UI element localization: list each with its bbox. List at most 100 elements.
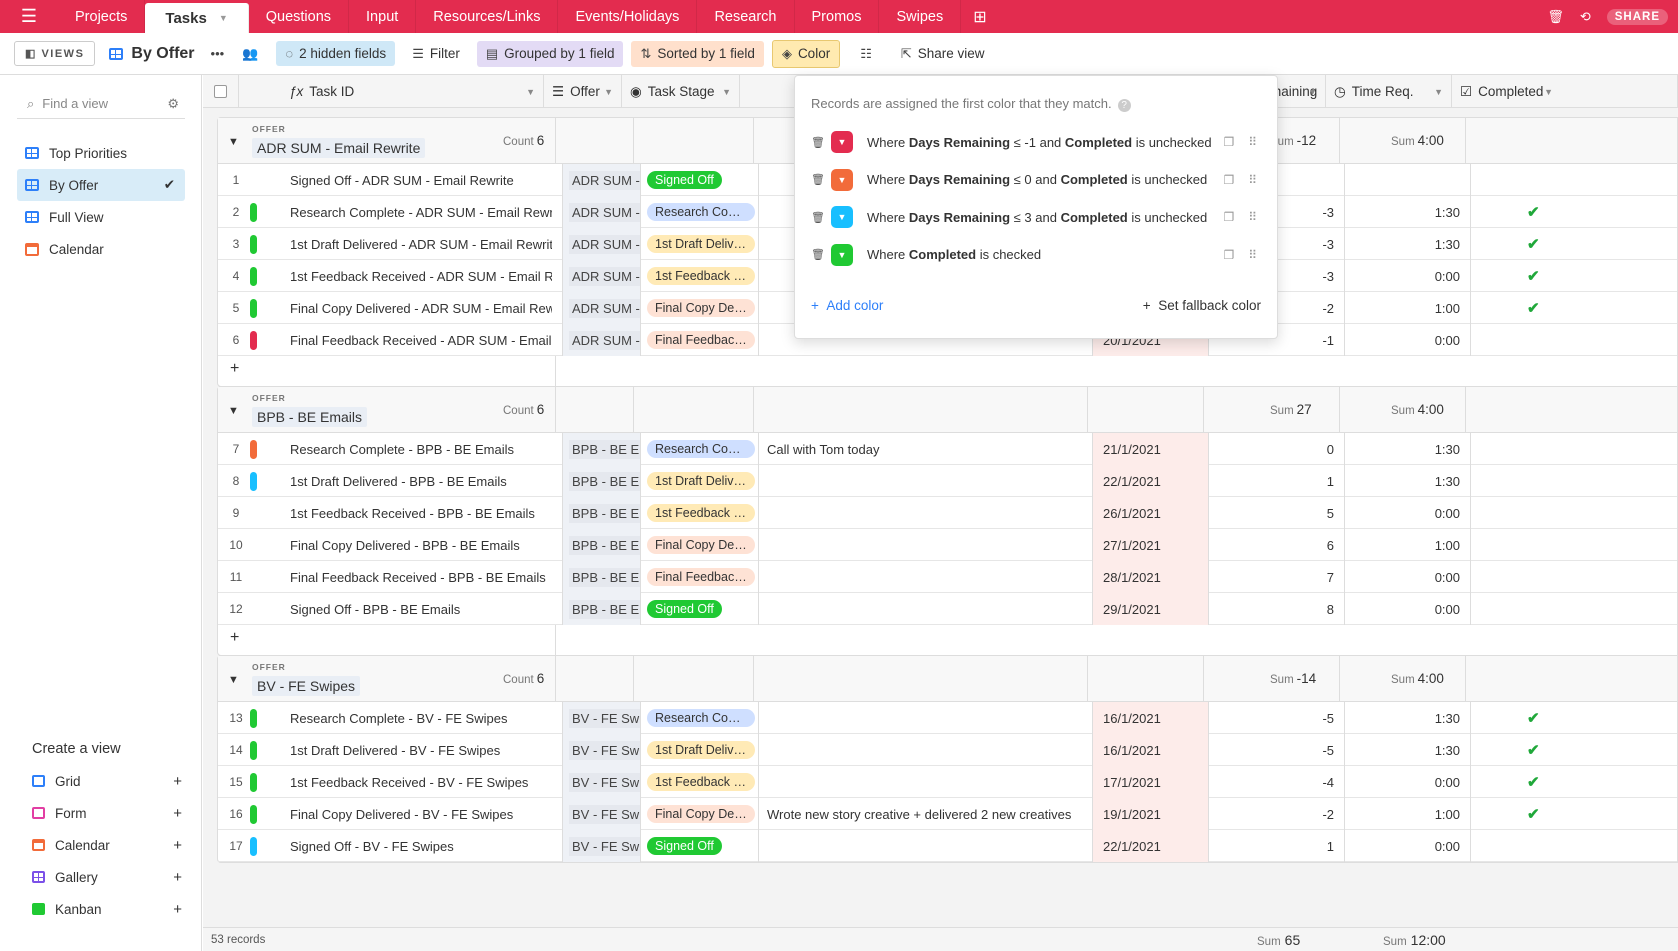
task-stage-cell[interactable]: Research Complete: [640, 702, 758, 734]
color-swatch[interactable]: ▼: [831, 206, 853, 228]
set-fallback-color-button[interactable]: + Set fallback color: [1143, 298, 1261, 313]
table-row[interactable]: 10 Final Copy Delivered - BPB - BE Emails…: [218, 529, 1677, 561]
offer-cell[interactable]: BPB - BE Emails: [562, 433, 640, 465]
create-kanban-view[interactable]: Kanban +: [32, 893, 182, 925]
tab-questions[interactable]: Questions: [249, 0, 350, 33]
task-id-cell[interactable]: Final Feedback Received - BPB - BE Email…: [290, 561, 552, 593]
plus-icon[interactable]: +: [173, 869, 182, 886]
due-date-cell[interactable]: 28/1/2021: [1092, 561, 1208, 593]
task-id-cell[interactable]: 1st Draft Delivered - BPB - BE Emails: [290, 465, 552, 497]
task-id-cell[interactable]: Research Complete - ADR SUM - Email Rewr…: [290, 196, 552, 228]
plus-icon[interactable]: +: [173, 901, 182, 918]
color-swatch[interactable]: ▼: [831, 168, 853, 191]
trash-icon[interactable]: 🗑: [811, 211, 825, 224]
create-form-view[interactable]: Form +: [32, 797, 182, 829]
due-date-cell[interactable]: 16/1/2021: [1092, 734, 1208, 766]
trash-icon[interactable]: 🗑: [811, 248, 825, 261]
due-date-cell[interactable]: 17/1/2021: [1092, 766, 1208, 798]
table-row[interactable]: 15 1st Feedback Received - BV - FE Swipes…: [218, 766, 1677, 798]
plus-icon[interactable]: +: [230, 629, 239, 647]
share-view-button[interactable]: ⇱ Share view: [892, 41, 994, 67]
task-stage-cell[interactable]: Final Feedback Received: [640, 324, 758, 356]
column-time-req[interactable]: ◷ Time Req. ▼: [1326, 75, 1452, 108]
due-date-cell[interactable]: 27/1/2021: [1092, 529, 1208, 561]
column-task-id[interactable]: ƒx Task ID ▼: [239, 75, 544, 108]
add-record-row[interactable]: +: [218, 625, 1677, 655]
time-required-cell[interactable]: 1:30: [1344, 465, 1470, 497]
task-stage-cell[interactable]: Signed Off: [640, 593, 758, 625]
plus-icon[interactable]: +: [230, 360, 239, 378]
task-stage-cell[interactable]: Signed Off: [640, 164, 758, 196]
notes-cell[interactable]: Call with Tom today: [758, 433, 1092, 465]
time-required-cell[interactable]: 1:00: [1344, 292, 1470, 324]
task-id-cell[interactable]: Signed Off - ADR SUM - Email Rewrite: [290, 164, 552, 196]
sidebar-view-top-priorities[interactable]: Top Priorities: [17, 137, 185, 169]
collapse-triangle-icon[interactable]: ▼: [228, 136, 239, 148]
time-required-cell[interactable]: 1:00: [1344, 529, 1470, 561]
add-table-icon[interactable]: ⊞: [961, 0, 998, 33]
offer-cell[interactable]: BPB - BE Emails: [562, 497, 640, 529]
notes-cell[interactable]: [758, 561, 1092, 593]
offer-cell[interactable]: ADR SUM - Email Rewrite: [562, 260, 640, 292]
time-required-cell[interactable]: 1:30: [1344, 702, 1470, 734]
table-row[interactable]: 17 Signed Off - BV - FE Swipes BV - FE Swi…: [218, 830, 1677, 862]
group-button[interactable]: ▤ Grouped by 1 field: [476, 40, 624, 67]
add-color-button[interactable]: + Add color: [811, 298, 883, 313]
offer-cell[interactable]: BV - FE Swipes: [562, 702, 640, 734]
notes-cell[interactable]: Wrote new story creative + delivered 2 n…: [758, 798, 1092, 830]
offer-cell[interactable]: ADR SUM - Email Rewrite: [562, 164, 640, 196]
offer-cell[interactable]: BPB - BE Emails: [562, 561, 640, 593]
due-date-cell[interactable]: 22/1/2021: [1092, 830, 1208, 862]
task-stage-cell[interactable]: Signed Off: [640, 830, 758, 862]
completed-checkbox[interactable]: [1470, 593, 1594, 625]
task-id-cell[interactable]: 1st Feedback Received - BV - FE Swipes: [290, 766, 552, 798]
due-date-cell[interactable]: 19/1/2021: [1092, 798, 1208, 830]
completed-checkbox[interactable]: ✔: [1470, 702, 1594, 734]
collapse-triangle-icon[interactable]: ▼: [228, 674, 239, 686]
time-required-cell[interactable]: 0:00: [1344, 593, 1470, 625]
offer-cell[interactable]: BV - FE Swipes: [562, 830, 640, 862]
color-swatch[interactable]: ▼: [831, 131, 853, 153]
help-icon[interactable]: ?: [1117, 99, 1131, 112]
task-id-cell[interactable]: 1st Feedback Received - ADR SUM - Email …: [290, 260, 552, 292]
color-button[interactable]: ◈ Color: [771, 39, 841, 68]
tab-projects[interactable]: Projects: [58, 0, 146, 33]
time-required-cell[interactable]: 0:00: [1344, 766, 1470, 798]
select-all-checkbox[interactable]: [203, 75, 239, 108]
time-required-cell[interactable]: [1344, 164, 1470, 196]
task-stage-cell[interactable]: 1st Draft Delivered: [640, 465, 758, 497]
duplicate-icon[interactable]: ❐: [1223, 210, 1234, 224]
drag-handle-icon[interactable]: ⠿: [1248, 248, 1257, 262]
completed-checkbox[interactable]: ✔: [1470, 292, 1594, 324]
task-stage-cell[interactable]: 1st Feedback Received: [640, 766, 758, 798]
tab-input[interactable]: Input: [349, 0, 417, 33]
notes-cell[interactable]: [758, 766, 1092, 798]
task-stage-cell[interactable]: Research Complete: [640, 196, 758, 228]
tab-tasks[interactable]: Tasks ▼: [145, 3, 249, 33]
due-date-cell[interactable]: 16/1/2021: [1092, 702, 1208, 734]
offer-cell[interactable]: BPB - BE Emails: [562, 593, 640, 625]
sidebar-view-by-offer[interactable]: By Offer ✔: [17, 169, 185, 201]
task-id-cell[interactable]: Research Complete - BV - FE Swipes: [290, 702, 552, 734]
table-row[interactable]: 12 Signed Off - BPB - BE Emails BPB - BE E…: [218, 593, 1677, 625]
task-id-cell[interactable]: 1st Feedback Received - BPB - BE Emails: [290, 497, 552, 529]
table-row[interactable]: 13 Research Complete - BV - FE Swipes BV -…: [218, 702, 1677, 734]
column-completed[interactable]: ☑ Completed ▼: [1452, 75, 1678, 108]
table-row[interactable]: 7 Research Complete - BPB - BE Emails BPB …: [218, 433, 1677, 465]
drag-handle-icon[interactable]: ⠿: [1248, 173, 1257, 187]
find-view-input[interactable]: ⌕ Find a view ⚙: [17, 89, 185, 119]
tab-swipes[interactable]: Swipes: [879, 0, 962, 33]
drag-handle-icon[interactable]: ⠿: [1248, 210, 1257, 224]
completed-checkbox[interactable]: ✔: [1470, 260, 1594, 292]
task-id-cell[interactable]: Research Complete - BPB - BE Emails: [290, 433, 552, 465]
completed-checkbox[interactable]: ✔: [1470, 734, 1594, 766]
task-stage-cell[interactable]: Research Complete: [640, 433, 758, 465]
completed-checkbox[interactable]: [1470, 529, 1594, 561]
add-record-row[interactable]: +: [218, 356, 1677, 386]
task-stage-cell[interactable]: 1st Feedback Received: [640, 497, 758, 529]
hamburger-menu-icon[interactable]: ☰: [0, 0, 58, 33]
task-id-cell[interactable]: Final Feedback Received - ADR SUM - Emai…: [290, 324, 552, 356]
time-required-cell[interactable]: 0:00: [1344, 830, 1470, 862]
table-row[interactable]: 8 1st Draft Delivered - BPB - BE Emails BP…: [218, 465, 1677, 497]
current-view-selector[interactable]: By Offer: [109, 45, 195, 63]
